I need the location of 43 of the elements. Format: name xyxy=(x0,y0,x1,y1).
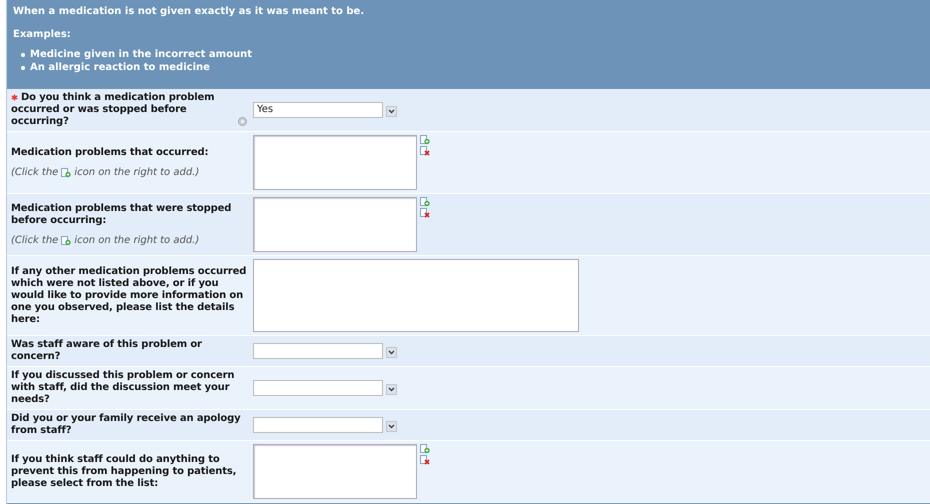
list-box[interactable] xyxy=(253,197,417,252)
example-item: Medicine given in the incorrect amount xyxy=(30,48,252,61)
delete-icon[interactable] xyxy=(420,146,430,156)
add-icon[interactable] xyxy=(420,197,430,207)
caret-icon xyxy=(388,350,395,354)
hint-text: (Click the xyxy=(11,234,58,246)
dropdown-button[interactable] xyxy=(386,346,397,358)
hint-text: icon on the right to add.) xyxy=(74,166,200,178)
list-box[interactable] xyxy=(253,444,417,499)
hint-text: (Click the xyxy=(11,166,58,178)
bullet-icon xyxy=(21,66,25,70)
dropdown-button[interactable] xyxy=(386,420,397,432)
question-label: If any other medication problems occurred which were not listed above, or if you would like to provide more information on one you observed, please list the details here: xyxy=(11,266,247,326)
question-label: If you discussed this problem or concern with staff, did the discussion meet your needs? xyxy=(11,370,236,406)
select-field[interactable] xyxy=(253,417,383,433)
caret-icon xyxy=(388,424,395,428)
question-label: Medication problems that were stopped before occurring: xyxy=(11,202,232,226)
question-label: Do you think a medication problem occurred or was stopped before occurring? xyxy=(11,92,216,128)
caret-icon xyxy=(388,386,395,392)
question-label: If you think staff could do anything to prevent this from happening to patients, please select from the list: xyxy=(11,454,238,490)
examples-label: Examples: xyxy=(13,28,72,42)
caret-icon xyxy=(388,108,395,114)
help-icon[interactable] xyxy=(238,117,247,126)
question-label: Did you or your family receive an apology from staff? xyxy=(11,413,242,437)
add-icon[interactable] xyxy=(420,444,430,454)
add-icon[interactable] xyxy=(420,135,430,145)
text-area[interactable] xyxy=(253,259,579,332)
intro-text: When a medication is not given exactly as it was meant to be. xyxy=(13,5,366,19)
dropdown-button[interactable] xyxy=(386,384,397,394)
select-field[interactable] xyxy=(253,380,383,396)
hint-text: icon on the right to add.) xyxy=(74,234,200,246)
list-box[interactable] xyxy=(253,135,417,190)
question-label: Medication problems that occurred: xyxy=(11,146,208,158)
bullet-icon xyxy=(21,52,25,56)
add-icon xyxy=(61,168,72,178)
select-field[interactable]: Yes xyxy=(253,102,383,118)
question-label: Was staff aware of this problem or concern? xyxy=(11,339,203,363)
select-field[interactable] xyxy=(253,343,383,359)
delete-icon[interactable] xyxy=(420,208,430,218)
delete-icon[interactable] xyxy=(420,455,430,465)
example-item: An allergic reaction to medicine xyxy=(30,61,210,74)
dropdown-button[interactable] xyxy=(386,106,397,116)
add-icon xyxy=(61,236,72,246)
